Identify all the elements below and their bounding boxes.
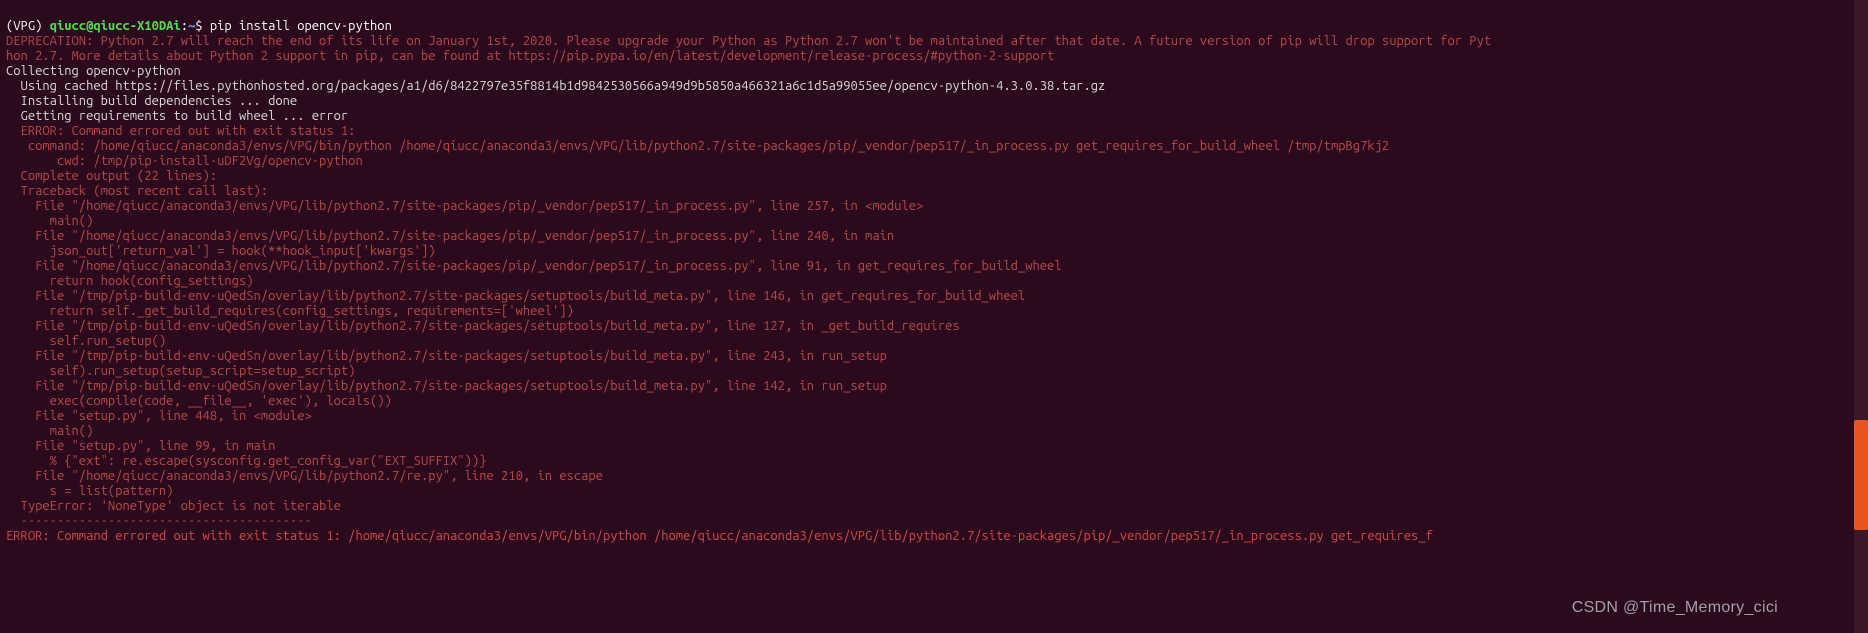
trace-code-4: return self._get_build_requires(config_s… xyxy=(6,304,574,318)
trace-file-3: File "/home/qiucc/anaconda3/envs/VPG/lib… xyxy=(6,259,1062,273)
error-cwd-line: cwd: /tmp/pip-install-uDF2Vg/opencv-pyth… xyxy=(6,154,363,168)
getreq-line: Getting requirements to build wheel ... … xyxy=(6,109,348,123)
trace-file-10: File "/home/qiucc/anaconda3/envs/VPG/lib… xyxy=(6,469,603,483)
error-command-line: command: /home/qiucc/anaconda3/envs/VPG/… xyxy=(6,139,1389,153)
trace-code-10: s = list(pattern) xyxy=(6,484,173,498)
prompt-dollar: $ xyxy=(195,19,210,33)
trace-code-7: exec(compile(code, __file__, 'exec'), lo… xyxy=(6,394,392,408)
error-status-line: ERROR: Command errored out with exit sta… xyxy=(6,124,355,138)
command-text: pip install opencv-python xyxy=(210,19,392,33)
trace-file-8: File "setup.py", line 448, in <module> xyxy=(6,409,312,423)
deprecation-line-1: DEPRECATION: Python 2.7 will reach the e… xyxy=(6,34,1491,48)
final-error-line: ERROR: Command errored out with exit sta… xyxy=(6,529,1433,543)
trace-file-7: File "/tmp/pip-build-env-uQedSn/overlay/… xyxy=(6,379,887,393)
scrollbar-thumb[interactable] xyxy=(1854,420,1868,530)
cached-line: Using cached https://files.pythonhosted.… xyxy=(6,79,1105,93)
collecting-line: Collecting opencv-python xyxy=(6,64,181,78)
trace-file-9: File "setup.py", line 99, in main xyxy=(6,439,275,453)
trace-code-1: main() xyxy=(6,214,93,228)
trace-code-2: json_out['return_val'] = hook(**hook_inp… xyxy=(6,244,436,258)
deprecation-line-2: hon 2.7. More details about Python 2 sup… xyxy=(6,49,1054,63)
type-error-line: TypeError: 'NoneType' object is not iter… xyxy=(6,499,341,513)
trace-file-2: File "/home/qiucc/anaconda3/envs/VPG/lib… xyxy=(6,229,894,243)
terminal-output[interactable]: (VPG) qiucc@qiucc-X10DAi:~$ pip install … xyxy=(0,0,1868,548)
trace-file-4: File "/tmp/pip-build-env-uQedSn/overlay/… xyxy=(6,289,1025,303)
scrollbar-track[interactable] xyxy=(1854,0,1868,633)
watermark-text: CSDN @Time_Memory_cici xyxy=(1572,600,1778,615)
prompt-env: (VPG) xyxy=(6,19,50,33)
trace-file-5: File "/tmp/pip-build-env-uQedSn/overlay/… xyxy=(6,319,960,333)
trace-code-8: main() xyxy=(6,424,93,438)
traceback-line: Traceback (most recent call last): xyxy=(6,184,268,198)
trace-file-1: File "/home/qiucc/anaconda3/envs/VPG/lib… xyxy=(6,199,923,213)
prompt-user-host: qiucc@qiucc-X10DAi xyxy=(50,19,181,33)
trace-code-3: return hook(config_settings) xyxy=(6,274,254,288)
trace-code-6: self).run_setup(setup_script=setup_scrip… xyxy=(6,364,355,378)
install-deps-line: Installing build dependencies ... done xyxy=(6,94,297,108)
dashes-line: ---------------------------------------- xyxy=(6,514,312,528)
trace-code-5: self.run_setup() xyxy=(6,334,166,348)
trace-file-6: File "/tmp/pip-build-env-uQedSn/overlay/… xyxy=(6,349,887,363)
trace-code-9: % {"ext": re.escape(sysconfig.get_config… xyxy=(6,454,486,468)
complete-output-line: Complete output (22 lines): xyxy=(6,169,217,183)
prompt-colon: : xyxy=(181,19,188,33)
